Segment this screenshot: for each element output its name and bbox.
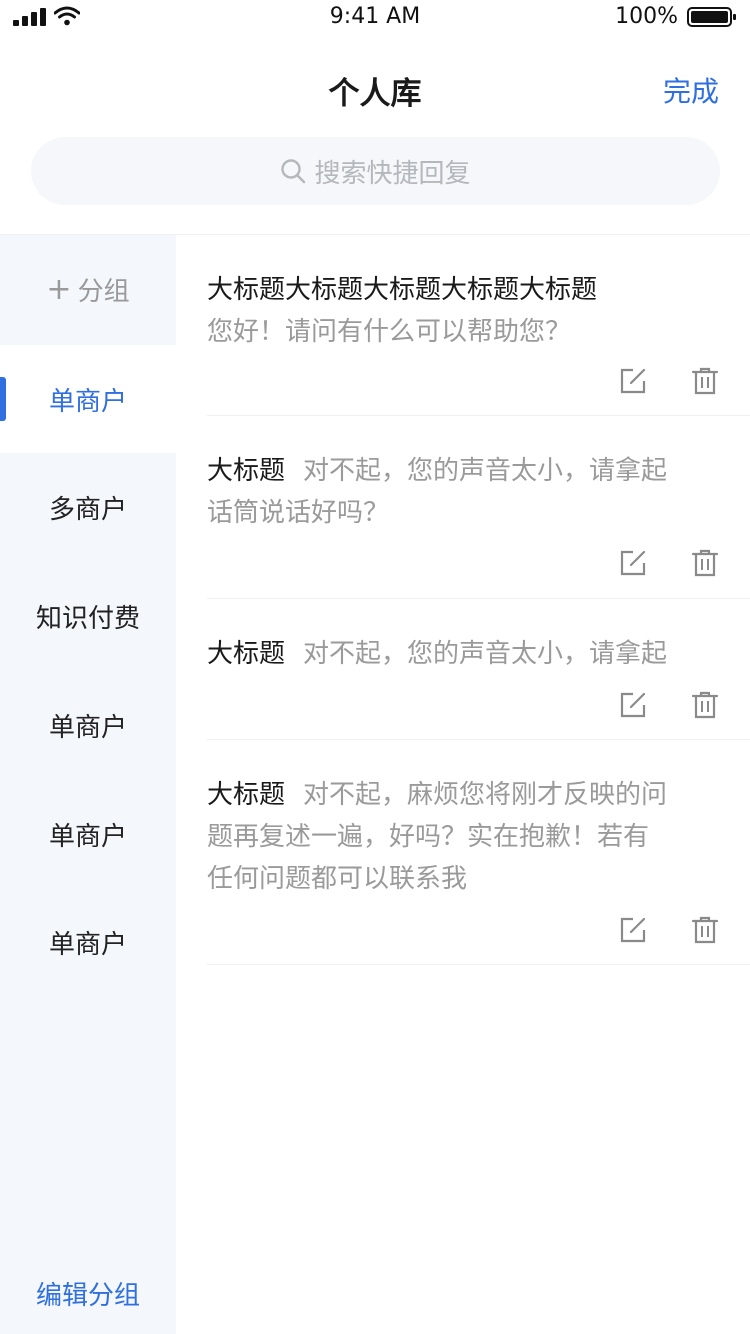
sidebar-item-label: 单商户	[48, 386, 127, 417]
edit-icon[interactable]	[618, 548, 648, 578]
page-title: 个人库	[328, 76, 422, 112]
sidebar-item-group[interactable]: 知识付费	[0, 562, 176, 670]
plus-icon: +	[46, 271, 72, 307]
reply-content: 大标题 对不起，您的声音太小，请拿起 话筒说话好吗？	[207, 450, 707, 534]
sidebar-item-label: 单商户	[48, 929, 127, 960]
sidebar-item-label: 单商户	[48, 821, 127, 852]
reply-title: 大标题	[207, 780, 286, 810]
reply-body: 话筒说话好吗？	[207, 498, 390, 528]
edit-icon[interactable]	[618, 915, 648, 945]
reply-item[interactable]: 大标题 对不起，您的声音太小，请拿起 话筒说话好吗？	[207, 416, 750, 599]
reply-body: 对不起，您的声音太小，请拿起	[303, 639, 668, 669]
edit-icon[interactable]	[618, 690, 648, 720]
trash-icon[interactable]	[690, 915, 720, 945]
active-indicator	[0, 377, 6, 421]
reply-body: 您好！请问有什么可以帮助您？	[207, 317, 572, 347]
reply-body: 对不起，麻烦您将刚才反映的问	[303, 780, 668, 810]
sidebar-item-group[interactable]: 单商户	[0, 780, 176, 888]
reply-body: 题再复述一遍，好吗？实在抱歉！若有	[207, 822, 650, 852]
group-sidebar: + 分组 单商户 多商户 知识付费 单商户 单商户 单商户 编辑分组	[0, 235, 176, 1334]
status-bar: 9:41 AM 100%	[0, 0, 750, 40]
edit-group-button[interactable]: 编辑分组	[0, 1275, 176, 1312]
search-input[interactable]: 搜索快捷回复	[31, 137, 720, 205]
trash-icon[interactable]	[690, 690, 720, 720]
reply-item[interactable]: 大标题 对不起，您的声音太小，请拿起	[207, 599, 750, 740]
sidebar-item-group[interactable]: 单商户	[0, 888, 176, 996]
add-group-button[interactable]: + 分组	[0, 235, 176, 343]
battery-icon	[687, 7, 736, 27]
reply-title: 大标题	[207, 639, 286, 669]
battery-percent: 100%	[615, 4, 678, 29]
reply-item[interactable]: 大标题 对不起，麻烦您将刚才反映的问 题再复述一遍，好吗？实在抱歉！若有 任何问题…	[207, 740, 750, 965]
reply-content: 大标题 对不起，您的声音太小，请拿起	[207, 633, 707, 675]
sidebar-item-label: 知识付费	[35, 603, 140, 634]
reply-body: 任何问题都可以联系我	[207, 864, 468, 894]
sidebar-item-label: 单商户	[48, 712, 127, 743]
reply-content: 大标题 对不起，麻烦您将刚才反映的问 题再复述一遍，好吗？实在抱歉！若有 任何问题…	[207, 774, 707, 900]
done-button[interactable]: 完成	[663, 70, 719, 110]
reply-title: 大标题	[207, 456, 286, 486]
reply-item[interactable]: 大标题大标题大标题大标题大标题 您好！请问有什么可以帮助您？	[207, 235, 750, 416]
reply-content: 大标题大标题大标题大标题大标题 您好！请问有什么可以帮助您？	[207, 269, 707, 353]
reply-body: 对不起，您的声音太小，请拿起	[303, 456, 668, 486]
trash-icon[interactable]	[690, 548, 720, 578]
trash-icon[interactable]	[690, 366, 720, 396]
reply-title: 大标题大标题大标题大标题大标题	[207, 275, 598, 305]
sidebar-item-label: 多商户	[48, 494, 127, 525]
sidebar-item-group[interactable]: 多商户	[0, 453, 176, 561]
search-placeholder: 搜索快捷回复	[314, 158, 471, 189]
sidebar-item-group[interactable]: 单商户	[0, 671, 176, 779]
add-group-label: 分组	[77, 276, 130, 307]
sidebar-item-group[interactable]: 单商户	[0, 345, 176, 453]
edit-icon[interactable]	[618, 366, 648, 396]
search-icon	[281, 159, 306, 184]
